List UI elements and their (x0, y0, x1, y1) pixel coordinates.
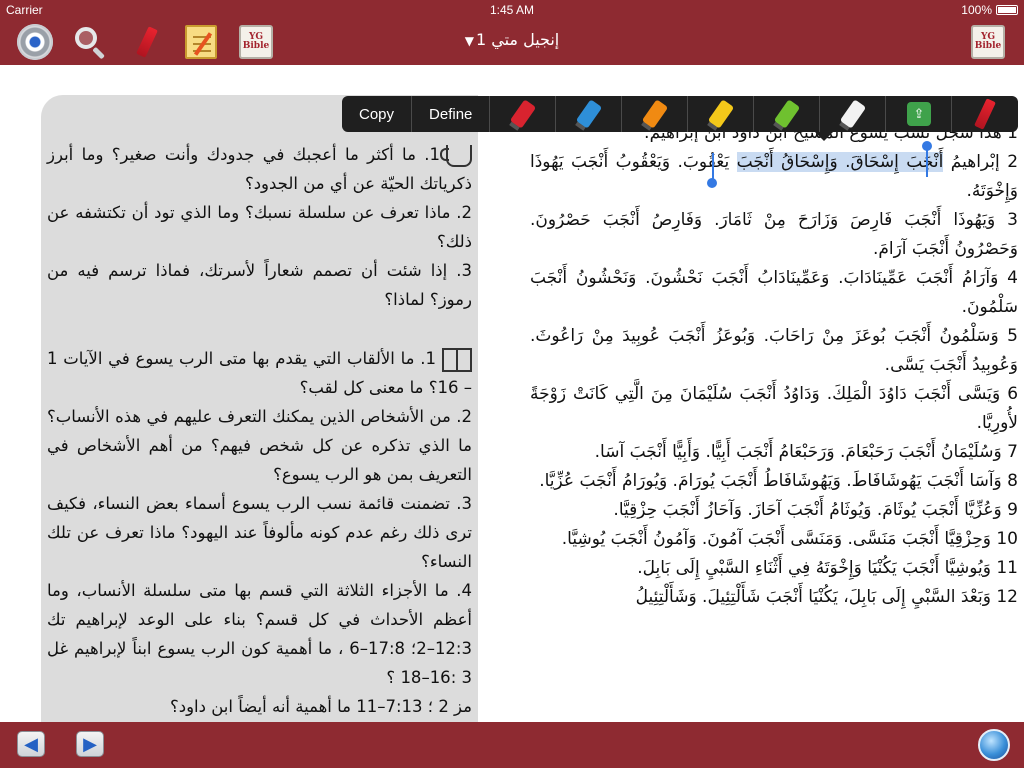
verse-number: 4 (1007, 268, 1018, 288)
bookmark-button[interactable] (952, 96, 1018, 132)
verse-number: 3 (1007, 210, 1018, 230)
verse: 9 وَعُزِّيَّا أَنْجَبَ يُوثَامَ. وَيُوثَ… (530, 496, 1018, 525)
top-bar: Carrier 1:45 AM 100% YG Bible ▼ إنجيل متي… (0, 0, 1024, 65)
white-highlighter-icon (839, 99, 867, 129)
selection-end-knob[interactable] (922, 141, 932, 151)
chevron-down-icon: ▼ (464, 34, 474, 48)
verse-text: وَعُزِّيَّا أَنْجَبَ يُوثَامَ. وَيُوثَام… (613, 500, 1002, 520)
notes-question: 1. ما أكثر ما أعجبك في جدودك وأنت صغير؟ … (47, 144, 472, 193)
define-button[interactable]: Define (412, 96, 491, 132)
verse-number: 2 (1007, 152, 1019, 172)
verse-text: وَسَلْمُونُ أَنْجَبَ بُوعَزَ مِنْ رَاحَا… (530, 326, 1018, 375)
previous-chapter-button[interactable]: ◀ (17, 731, 45, 757)
verse-text: وَآسَا أَنْجَبَ يَهُوشَافَاطَ. وَيَهُوشَ… (539, 471, 1002, 491)
selected-text[interactable]: أَنْجَبَ إِسْحَاقَ. وَإِسْحَاقُ أَنْجَبَ (736, 152, 944, 172)
battery-icon (996, 5, 1018, 15)
verse: 11 وَيُوشِيَّا أَنْجَبَ يَكُنْيَا وَإِخْ… (530, 554, 1018, 583)
verse-text: وَيُوشِيَّا أَنْجَبَ يَكُنْيَا وَإِخْوَت… (637, 558, 991, 578)
bible-book-icon: YG Bible (971, 25, 1005, 59)
highlight-blue-button[interactable] (556, 96, 623, 132)
selection-end-handle[interactable] (926, 147, 928, 177)
status-bar: Carrier 1:45 AM 100% (0, 0, 1024, 20)
verse: 10 وَحِزْقِيَّا أَنْجَبَ مَنَسَّى. وَمَن… (530, 525, 1018, 554)
reading-area: 1. ما أكثر ما أعجبك في جدودك وأنت صغير؟ … (0, 65, 1024, 722)
selection-start-knob[interactable] (707, 178, 717, 188)
orange-highlighter-icon (641, 99, 669, 129)
verse: 12 وَبَعْدَ السَّبْيِ إِلَى بَابِلَ، يَك… (530, 583, 1018, 612)
scripture-text[interactable]: 1 هذا سجل نسب يسوع المسيح ابن داود ابن إ… (530, 119, 1018, 612)
open-book-icon (442, 347, 472, 372)
verse: 7 وَسُلَيْمَانُ أَنْجَبَ رَحَبْعَامَ. وَ… (530, 438, 1018, 467)
battery-percent: 100% (961, 3, 992, 17)
verse-text: وَآرَامُ أَنْجَبَ عَمِّينَادَابَ. وَعَمِ… (530, 268, 1018, 317)
highlight-orange-button[interactable] (622, 96, 689, 132)
notes-question: مز 2 ؛ 7:13–11 ما أهمية أنه أيضاً ابن دا… (169, 697, 472, 716)
verse: 2 إبْراهيمُ أَنْجَبَ إِسْحَاقَ. وَإِسْحَ… (530, 152, 1019, 201)
edit-menu: Copy Define ⇪ (342, 96, 1019, 132)
yellow-highlighter-icon (707, 99, 735, 129)
globe-icon[interactable] (978, 729, 1010, 761)
study-notes-text: 1. ما أكثر ما أعجبك في جدودك وأنت صغير؟ … (47, 140, 472, 721)
share-icon: ⇪ (906, 102, 931, 126)
verse: 4 وَآرَامُ أَنْجَبَ عَمِّينَادَابَ. وَعَ… (530, 264, 1018, 322)
green-highlighter-icon (773, 99, 801, 129)
verse-text: وَيَهُوذَا أَنْجَبَ فَارِصَ وَزَارَحَ مِ… (530, 210, 1018, 259)
verse-number: 10 (996, 529, 1018, 549)
highlight-red-button[interactable] (490, 96, 557, 132)
notes-question: 1. ما الألقاب التي يقدم بها متى الرب يسو… (47, 347, 472, 397)
bottom-toolbar: ◀ ▶ (0, 722, 1024, 768)
verse-text: وَسُلَيْمَانُ أَنْجَبَ رَحَبْعَامَ. وَرَ… (594, 442, 1002, 462)
selection-start-handle[interactable] (712, 153, 714, 181)
share-button[interactable]: ⇪ (886, 96, 953, 132)
copy-button[interactable]: Copy (342, 96, 413, 132)
highlight-white-button[interactable] (820, 96, 887, 132)
notes-question: 2. من الأشخاص الذين يمكنك التعرف عليهم ف… (47, 407, 472, 484)
verse: 3 وَيَهُوذَا أَنْجَبَ فَارِصَ وَزَارَحَ … (530, 206, 1018, 264)
verse-text: وَبَعْدَ السَّبْيِ إِلَى بَابِلَ، يَكُنْ… (635, 587, 991, 607)
next-chapter-button[interactable]: ▶ (76, 731, 104, 757)
notes-question: 3. إذا شئت أن تصمم شعاراً لأسرتك، فماذا … (47, 261, 472, 309)
verse: 6 وَيَسَّى أَنْجَبَ دَاوُدَ الْمَلِكَ. و… (530, 380, 1018, 438)
verse-number: 7 (1007, 442, 1018, 462)
verse-number: 5 (1007, 326, 1018, 346)
highlight-green-button[interactable] (754, 96, 821, 132)
verse-text: وَحِزْقِيَّا أَنْجَبَ مَنَسَّى. وَمَنَسَ… (561, 529, 991, 549)
verse-number: 9 (1007, 500, 1018, 520)
chapter-title[interactable]: ▼ إنجيل متي 1 (0, 30, 1024, 49)
chapter-title-label: إنجيل متي 1 (475, 30, 560, 49)
verse-number: 8 (1007, 471, 1018, 491)
verse: 8 وَآسَا أَنْجَبَ يَهُوشَافَاطَ. وَيَهُو… (530, 467, 1018, 496)
verse-number: 12 (996, 587, 1018, 607)
study-notes-panel[interactable]: 1. ما أكثر ما أعجبك في جدودك وأنت صغير؟ … (41, 95, 478, 722)
verse-number: 6 (1007, 384, 1019, 404)
verse-number: 11 (996, 558, 1018, 578)
arrow-left-icon: ◀ (24, 733, 38, 755)
notes-question: 4. ما الأجزاء الثلاثة التي قسم بها متى س… (47, 581, 472, 687)
notes-question: 2. ماذا تعرف عن سلسلة نسبك؟ وما الذي تود… (47, 203, 472, 251)
verse-text: وَيَسَّى أَنْجَبَ دَاوُدَ الْمَلِكَ. وَد… (530, 384, 1018, 433)
bible-version-button[interactable]: YG Bible (968, 22, 1008, 62)
cup-icon (440, 144, 472, 167)
status-time: 1:45 AM (489, 3, 535, 17)
blue-highlighter-icon (575, 99, 603, 129)
verse: 5 وَسَلْمُونُ أَنْجَبَ بُوعَزَ مِنْ رَاح… (530, 322, 1018, 380)
red-highlighter-icon (509, 99, 537, 129)
highlight-yellow-button[interactable] (688, 96, 755, 132)
battery-status: 100% (961, 3, 1018, 17)
notes-question: 3. تضمنت قائمة نسب الرب يسوع أسماء بعض ا… (47, 494, 472, 571)
bookmark-pen-icon (974, 98, 997, 130)
edit-menu-pointer (815, 132, 833, 141)
arrow-right-icon: ▶ (83, 733, 97, 755)
